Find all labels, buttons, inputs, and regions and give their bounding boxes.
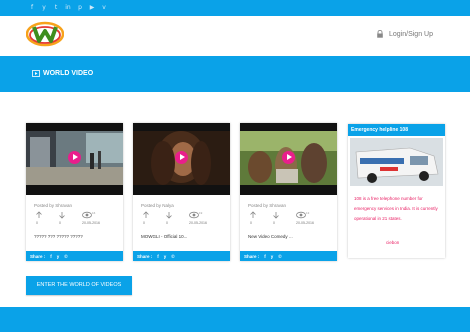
facebook-share-icon[interactable]: f: [50, 254, 52, 259]
facebook-share-icon[interactable]: f: [157, 254, 159, 259]
upvote-count: 0: [143, 221, 145, 225]
twitter-share-icon[interactable]: y: [57, 254, 60, 259]
linkedin-icon[interactable]: in: [64, 4, 72, 12]
top-bar: f y t in p ▶ v: [0, 0, 470, 16]
twitter-share-icon[interactable]: y: [271, 254, 274, 259]
downvote[interactable]: 0: [57, 211, 73, 229]
share-label: Share :: [30, 253, 46, 259]
whatsapp-share-icon[interactable]: ©: [171, 254, 174, 259]
downvote-count: 0: [273, 221, 275, 225]
lock-icon: [377, 30, 383, 38]
arrow-down-icon: [166, 212, 172, 219]
views: 16 20-05-2016: [80, 211, 110, 229]
main-content: Posted by Shravan 0 0 16 20-05-2016 ????…: [0, 92, 470, 332]
helpline-widget: Emergency helpline 108 108 is a free tel…: [348, 124, 445, 258]
view-count: 13: [306, 211, 310, 215]
helpline-description: 108 is a free telephone number for emerg…: [354, 196, 438, 221]
eye-icon: [189, 211, 199, 219]
ambulance-image: [350, 138, 443, 186]
video-thumbnail[interactable]: [240, 123, 337, 195]
tumblr-icon[interactable]: t: [52, 4, 60, 12]
footer-bar: [0, 307, 470, 332]
page-banner: WORLD VIDEO: [0, 56, 470, 92]
helpline-author: ciebon: [386, 240, 400, 245]
arrow-up-icon: [250, 211, 256, 218]
video-title[interactable]: MOWGLI - Official 10...: [141, 234, 187, 239]
upvote[interactable]: 0: [248, 211, 264, 229]
upvote[interactable]: 0: [141, 211, 157, 229]
page-title: WORLD VIDEO: [32, 70, 93, 77]
twitter-icon[interactable]: y: [40, 4, 48, 12]
views: 19 20-05-2016: [187, 211, 217, 229]
facebook-share-icon[interactable]: f: [264, 254, 266, 259]
video-card: Posted by Shravan 0 0 16 20-05-2016 ????…: [26, 123, 123, 261]
page-title-text: WORLD VIDEO: [43, 70, 94, 77]
video-card: Posted by Shravan 0 0 13 20-05-2016 New …: [240, 123, 337, 261]
arrow-down-icon: [59, 212, 65, 219]
site-header: Login/Sign Up: [0, 16, 470, 56]
vine-icon[interactable]: v: [100, 4, 108, 12]
arrow-up-icon: [36, 211, 42, 218]
posted-by: Posted by Shravan: [248, 203, 287, 208]
whatsapp-share-icon[interactable]: ©: [278, 254, 281, 259]
youtube-icon[interactable]: ▶: [88, 4, 96, 12]
upvote-count: 0: [36, 221, 38, 225]
post-date: 20-05-2016: [82, 221, 100, 225]
video-title[interactable]: ????? ??? ????? ?????: [34, 234, 83, 239]
share-bar: Share : f y ©: [26, 251, 123, 261]
views: 13 20-05-2016: [294, 211, 324, 229]
view-count: 19: [199, 211, 203, 215]
eye-icon: [82, 211, 92, 219]
facebook-icon[interactable]: f: [28, 4, 36, 12]
video-thumbnail[interactable]: [26, 123, 123, 195]
video-stats: 0 0 19 20-05-2016: [141, 211, 217, 229]
downvote-count: 0: [166, 221, 168, 225]
share-bar: Share : f y ©: [133, 251, 230, 261]
arrow-up-icon: [143, 211, 149, 218]
arrow-down-icon: [273, 212, 279, 219]
video-title[interactable]: New Video Comedy ...: [248, 234, 293, 239]
share-bar: Share : f y ©: [240, 251, 337, 261]
enter-videos-button[interactable]: ENTER THE WORLD OF VIDEOS: [26, 276, 132, 295]
video-card: Posted by Nalya 0 0 19 20-05-2016 MOWGLI…: [133, 123, 230, 261]
play-button[interactable]: [68, 151, 81, 164]
eye-icon: [296, 211, 306, 219]
downvote[interactable]: 0: [164, 211, 180, 229]
play-button[interactable]: [175, 151, 188, 164]
login-link[interactable]: Login/Sign Up: [376, 30, 433, 38]
pinterest-icon[interactable]: p: [76, 4, 84, 12]
helpline-title: Emergency helpline 108: [348, 124, 445, 136]
upvote[interactable]: 0: [34, 211, 50, 229]
whatsapp-share-icon[interactable]: ©: [64, 254, 67, 259]
video-icon: [32, 70, 40, 77]
downvote-count: 0: [59, 221, 61, 225]
video-stats: 0 0 13 20-05-2016: [248, 211, 324, 229]
video-thumbnail[interactable]: [133, 123, 230, 195]
logo-icon[interactable]: [26, 21, 64, 47]
post-date: 20-05-2016: [189, 221, 207, 225]
post-date: 20-05-2016: [296, 221, 314, 225]
view-count: 16: [92, 211, 96, 215]
login-label: Login/Sign Up: [389, 30, 433, 38]
posted-by: Posted by Shravan: [34, 203, 73, 208]
posted-by: Posted by Nalya: [141, 203, 174, 208]
video-stats: 0 0 16 20-05-2016: [34, 211, 110, 229]
play-button[interactable]: [282, 151, 295, 164]
twitter-share-icon[interactable]: y: [164, 254, 167, 259]
share-label: Share :: [244, 253, 260, 259]
downvote[interactable]: 0: [271, 211, 287, 229]
share-label: Share :: [137, 253, 153, 259]
social-icons: f y t in p ▶ v: [28, 4, 108, 12]
upvote-count: 0: [250, 221, 252, 225]
